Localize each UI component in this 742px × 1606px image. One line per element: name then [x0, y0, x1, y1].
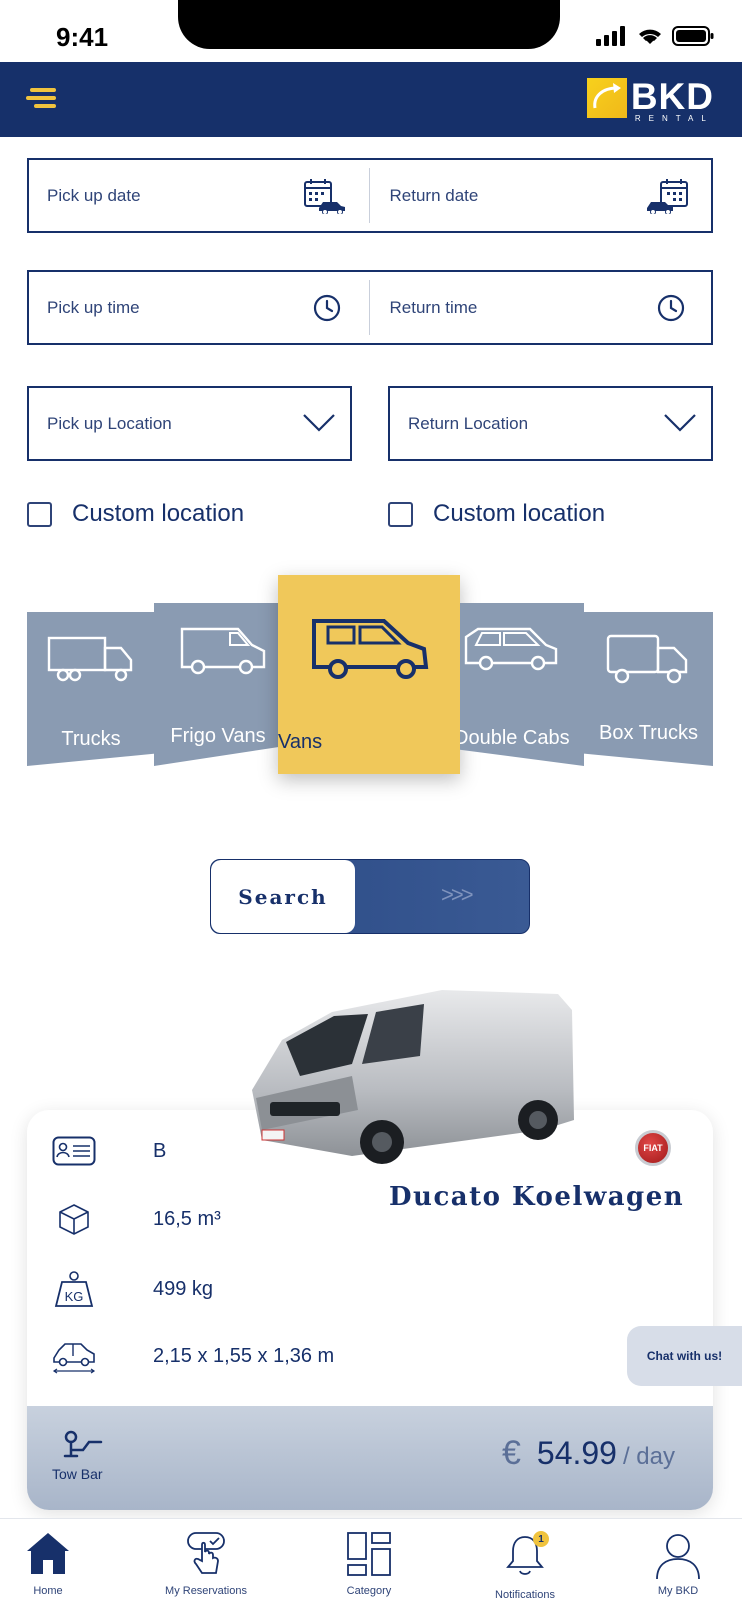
currency-symbol: €: [501, 1434, 521, 1472]
category-vans[interactable]: Vans: [278, 575, 460, 774]
bottom-nav: Home My Reservations Category 1 Notifica…: [0, 1518, 742, 1606]
return-time-label: Return time: [389, 297, 478, 317]
price: € 54.99 / day: [502, 1434, 675, 1473]
return-date-field[interactable]: Return date: [370, 160, 712, 231]
volume-value: 16,5 m³: [153, 1207, 221, 1230]
pickup-date-label: Pick up date: [47, 185, 141, 205]
weight-value: 499 kg: [153, 1277, 214, 1300]
category-trucks[interactable]: Trucks: [27, 612, 155, 766]
tow-bar-icon: [63, 1430, 103, 1458]
return-date-label: Return date: [389, 185, 479, 205]
chevron-down-icon: [664, 414, 696, 432]
nav-home-label: Home: [33, 1585, 63, 1597]
chevron-down-icon: [303, 414, 335, 432]
clock-icon: [657, 294, 685, 321]
device-notch: [178, 0, 560, 49]
car-dimensions-icon: [52, 1343, 96, 1374]
category-label: Trucks: [61, 728, 121, 750]
category-label: Vans: [278, 731, 323, 753]
logo-subtext: RENTAL: [634, 114, 714, 123]
nav-notifications-label: Notifications: [495, 1589, 555, 1601]
brand-logo: BKD RENTAL: [586, 76, 714, 123]
status-time: 9:41: [56, 22, 109, 52]
nav-my-reservations[interactable]: My Reservations: [146, 1519, 266, 1606]
nav-category[interactable]: Category: [309, 1519, 429, 1606]
chat-button[interactable]: Chat with us!: [627, 1326, 742, 1386]
license-icon: [52, 1136, 96, 1166]
home-icon: [27, 1533, 69, 1574]
fiat-logo-icon: FIAT: [635, 1130, 671, 1166]
reservation-touch-icon: [187, 1532, 225, 1574]
time-fields: Pick up time Return time: [27, 270, 713, 345]
custom-location-label: Custom location: [72, 500, 245, 527]
nav-home[interactable]: Home: [0, 1519, 108, 1606]
spec-volume: 16,5 m³: [51, 1202, 221, 1236]
box-truck-icon: [606, 634, 688, 684]
spec-weight: KG 499 kg: [51, 1270, 213, 1308]
pickup-time-field[interactable]: Pick up time: [29, 272, 369, 343]
spec-license: B: [51, 1136, 166, 1166]
van-icon: [180, 627, 266, 675]
pickup-location-dropdown[interactable]: Pick up Location: [27, 386, 352, 461]
search-button[interactable]: Search >>>: [210, 859, 530, 934]
cube-icon: [59, 1204, 89, 1235]
notification-badge: 1: [533, 1531, 549, 1547]
truck-icon: [47, 636, 133, 682]
app-header: BKD RENTAL: [0, 62, 742, 137]
custom-location-checkbox[interactable]: [388, 501, 413, 527]
calendar-car-icon: [647, 178, 688, 214]
status-bar: 9:41: [0, 0, 742, 62]
weight-icon: KG: [54, 1271, 94, 1307]
calendar-car-icon: [303, 178, 345, 214]
category-label: Frigo Vans: [170, 725, 266, 747]
nav-my-bkd-label: My BKD: [657, 1585, 699, 1597]
logo-text: BKD: [630, 76, 714, 117]
status-icons: [596, 26, 714, 46]
clock-icon: [313, 294, 340, 321]
nav-reservations-label: My Reservations: [165, 1585, 247, 1597]
menu-icon: [30, 88, 56, 92]
double-cab-icon: [464, 627, 558, 671]
nav-my-bkd[interactable]: My BKD: [618, 1519, 738, 1606]
custom-location-label: Custom location: [433, 500, 606, 527]
menu-button[interactable]: [26, 82, 58, 114]
license-value: B: [153, 1139, 167, 1162]
custom-location-checkbox[interactable]: [27, 501, 52, 527]
custom-location-left[interactable]: Custom location: [27, 500, 244, 528]
price-unit: / day: [622, 1443, 675, 1470]
wifi-icon: [639, 29, 661, 44]
signal-icon: [596, 26, 625, 46]
tow-bar-label: Tow Bar: [52, 1466, 103, 1482]
pickup-date-field[interactable]: Pick up date: [29, 160, 369, 231]
date-fields: Pick up date Return date: [27, 158, 713, 233]
svg-text:KG: KG: [65, 1289, 84, 1304]
user-icon: [656, 1534, 700, 1580]
spec-dimensions: 2,15 x 1,55 x 1,36 m: [51, 1338, 334, 1374]
custom-location-right[interactable]: Custom location: [388, 500, 605, 528]
card-footer: Tow Bar € 54.99 / day: [27, 1406, 713, 1510]
search-label: Search: [211, 860, 355, 933]
nav-category-label: Category: [346, 1585, 392, 1597]
van-icon: [312, 619, 429, 679]
vehicle-name: Ducato Koelwagen: [389, 1182, 685, 1212]
arrows-icon: >>>: [441, 882, 474, 907]
dimensions-value: 2,15 x 1,55 x 1,36 m: [153, 1344, 335, 1367]
logo-mark-icon: [586, 78, 627, 118]
category-frigo-vans[interactable]: Frigo Vans: [154, 603, 282, 766]
pickup-time-label: Pick up time: [47, 297, 140, 317]
return-time-field[interactable]: Return time: [370, 272, 712, 343]
nav-notifications[interactable]: 1 Notifications: [465, 1519, 585, 1606]
return-location-dropdown[interactable]: Return Location: [388, 386, 713, 461]
category-label: Double Cabs: [454, 727, 570, 749]
category-grid-icon: [347, 1532, 391, 1576]
pickup-location-label: Pick up Location: [47, 413, 172, 433]
battery-icon: [672, 26, 714, 46]
vehicle-image: [252, 990, 574, 1164]
category-label: Box Trucks: [599, 722, 698, 744]
return-location-label: Return Location: [408, 413, 529, 433]
price-amount: 54.99: [536, 1435, 617, 1471]
category-box-trucks[interactable]: Box Trucks: [584, 612, 713, 766]
category-double-cabs[interactable]: Double Cabs: [460, 603, 584, 766]
